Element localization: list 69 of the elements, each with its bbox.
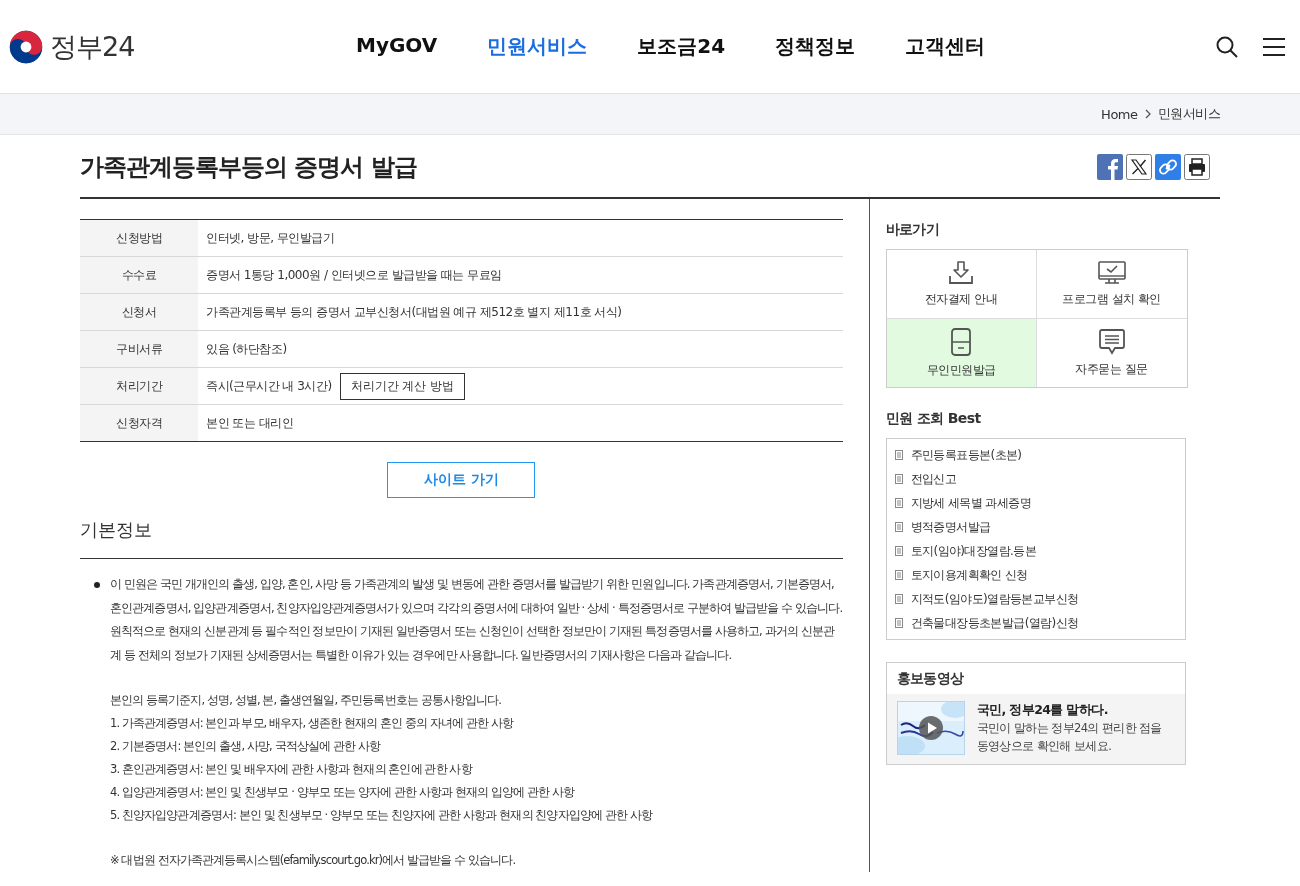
nav-tab[interactable]: 고객센터 (905, 33, 986, 60)
list-text: 2. 기본증명서: 본인의 출생, 사망, 국적상실에 관한 사항 (110, 738, 382, 755)
nav-tab[interactable]: 보조금24 (637, 33, 726, 60)
menu-icon[interactable] (1263, 36, 1285, 57)
table-cell: 본인 또는 대리인 (206, 415, 294, 430)
page-title: 가족관계등록부등의 증명서 발급 (80, 152, 417, 183)
bullet-icon (94, 582, 100, 588)
table-header-cell: 구비서류 (80, 330, 198, 368)
download-icon (948, 260, 975, 285)
breadcrumb-link[interactable]: 민원서비스 (1157, 105, 1220, 123)
list-text: 1. 가족관계증명서: 본인과 부모, 배우자, 생존한 현재의 혼인 중의 자녀에 관한 사항 (110, 715, 515, 732)
document-icon (894, 594, 903, 604)
quick-link[interactable]: 전자결제 안내 (886, 250, 1037, 319)
list-text: 5. 친양자입양관계증명서: 본인 및 친생부모 · 양부모 또는 친양자에 관한 사항과 현재의 친양자입양에 관한 사항 (110, 807, 654, 824)
section-title: 기본정보 (80, 518, 843, 559)
description-text: 본인의 등록기준지, 성명, 성별, 본, 출생연월일, 주민등록번호는 공통사항입니다. (110, 692, 503, 709)
x-icon[interactable] (1126, 154, 1152, 180)
list-link[interactable]: 전입신고 (894, 467, 1185, 491)
list-link[interactable]: 지적도(임야도)열람등본교부신청 (894, 587, 1185, 611)
quick-link[interactable]: 무인민원발급 (886, 319, 1037, 387)
document-icon (894, 570, 903, 580)
link-icon[interactable] (1155, 154, 1181, 180)
list-link[interactable]: 주민등록표등본(초본) (894, 443, 1185, 467)
search-icon[interactable] (1215, 34, 1239, 59)
list-link[interactable]: 건축물대장등초본발급(열람)신청 (894, 611, 1185, 635)
table-cell: 인터넷, 방문, 무인발급기 (206, 230, 335, 245)
list-text: 3. 혼인관계증명서: 본인 및 배우자에 관한 사항과 현재의 혼인에 관한 사항 (110, 761, 474, 778)
breadcrumb-link[interactable]: Home (1101, 106, 1138, 122)
table-header-cell: 신청서 (80, 293, 198, 331)
document-icon (894, 546, 903, 556)
emblem-icon (8, 28, 44, 65)
document-icon (894, 474, 903, 484)
video-title[interactable]: 국민, 정부24를 말하다. (976, 701, 1162, 719)
section-title: 민원 조회 Best (885, 410, 982, 428)
list-link[interactable]: 토지(임야)대장열람.등본 (894, 539, 1185, 563)
note-text: ※ 대법원 전자가족관계등록시스템(efamily.scourt.go.kr)에서 발급받을 수 있습니다. (110, 852, 517, 869)
list-text: 4. 입양관계증명서: 본인 및 친생부모 · 양부모 또는 양자에 관한 사항과 현재의 입양에 관한 사항 (110, 784, 576, 801)
facebook-icon[interactable] (1097, 154, 1123, 180)
document-icon (894, 498, 903, 508)
document-icon (894, 450, 903, 460)
play-icon[interactable] (918, 716, 943, 740)
table-header-cell: 수수료 (80, 256, 198, 294)
table-header-cell: 신청방법 (80, 219, 198, 257)
list-link[interactable]: 지방세 세목별 과세증명 (894, 491, 1185, 515)
video-description: 동영상으로 확인해 보세요. (976, 738, 1113, 755)
calculation-button[interactable]: 처리기간 계산 방법 (339, 372, 466, 400)
nav-tab[interactable]: 정책정보 (775, 33, 856, 60)
table-cell: 즉시(근무시간 내 3시간) (206, 378, 332, 393)
table-cell: 있음 (하단참조) (206, 341, 287, 356)
chat-icon (1098, 328, 1125, 355)
document-icon (894, 618, 903, 628)
section-title: 바로가기 (885, 221, 941, 239)
nav-tab[interactable]: MyGOV (356, 33, 438, 60)
print-icon[interactable] (1184, 154, 1210, 180)
list-link[interactable]: 토지이용계획확인 신청 (894, 563, 1185, 587)
video-description: 국민이 말하는 정부24의 편리한 점을 (976, 720, 1162, 737)
monitor-icon (1097, 260, 1126, 285)
description-paragraph: 이 민원은 국민 개개인의 출생, 입양, 혼인, 사망 등 가족관계의 발생 및 변동에 관한 증명서를 발급받기 위한 민원입니다. 가족관계증명서, 기본증명서, 혼인관계증명서, 입양관계증명서, 친양자입양관계증명서가 있으며 각각의 증명서에 대하여 일반 · 상세 · 특정증명서로 구분하여 발급받을 수 있습니다. 원칙적으로 현재의 신분관계 등 필수적인 정보만이 기재된 일반증명서 또는 신청인이 선택한 정보만이 기재된 특정증명서를 사용하고, 과거의 신분관계 등 전체의 정보가 기재된 상세증명서는 특별한 이유가 있는 경우에만 사용합니다. 일반증명서의 기재사항은 다음과 같습니다. (110, 576, 843, 664)
document-icon (894, 522, 903, 532)
table-header-cell: 신청자격 (80, 404, 198, 442)
list-link[interactable]: 병적증명서발급 (894, 515, 1185, 539)
logo[interactable]: 정부24 (8, 28, 308, 65)
nav-tab[interactable]: 민원서비스 (487, 33, 588, 60)
site-button[interactable]: 사이트 가기 (387, 462, 536, 498)
table-cell: 가족관계등록부 등의 증명서 교부신청서(대법원 예규 제512호 별지 제11호 서식) (206, 304, 622, 319)
kiosk-icon (951, 327, 972, 356)
table-header-cell: 처리기간 (80, 367, 198, 405)
chevron-icon (1144, 109, 1151, 119)
table-cell: 증명서 1통당 1,000원 / 인터넷으로 발급받을 때는 무료임 (206, 267, 502, 282)
